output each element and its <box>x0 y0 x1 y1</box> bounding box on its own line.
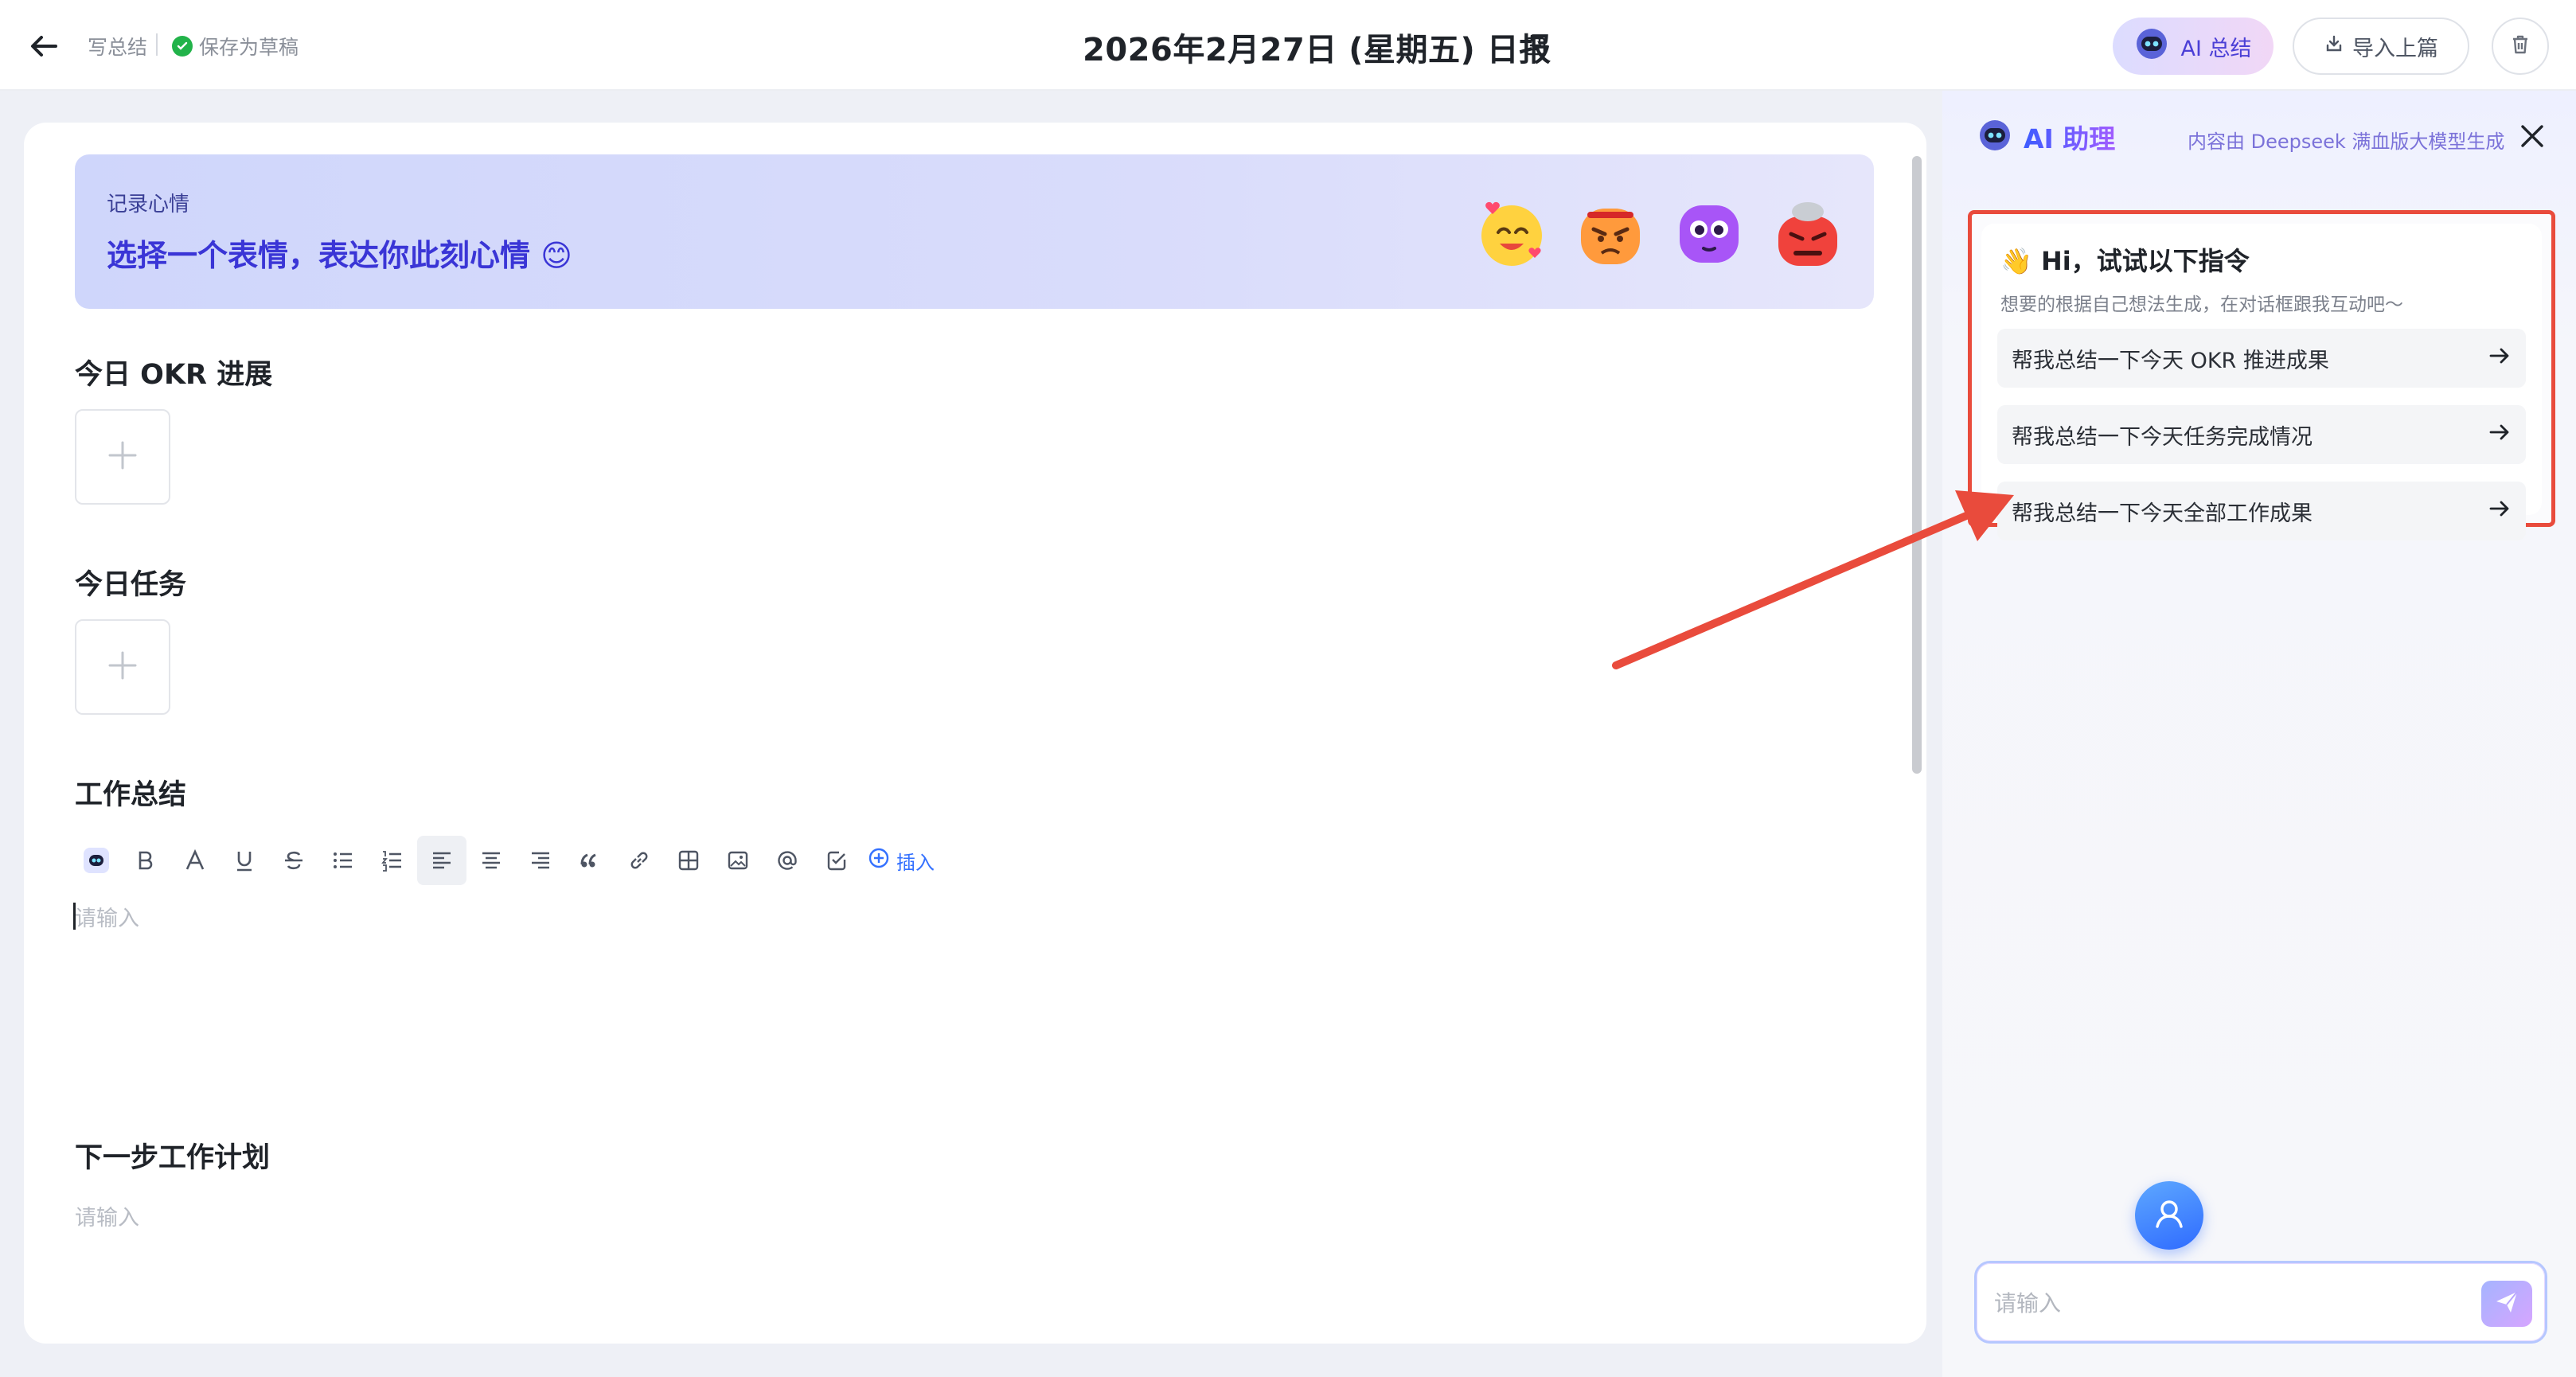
suggested-commands-inner: 👋 Hi，试试以下指令 想要的根据自己想法生成，在对话框跟我互动吧～ 帮我总结一… <box>1981 224 2542 540</box>
ai-robot-icon <box>2134 26 2169 67</box>
ai-model-note: 内容由 Deepseek 满血版大模型生成 <box>2188 131 2505 153</box>
ai-robot-icon <box>1977 118 2012 156</box>
command-label: 帮我总结一下今天 OKR 推进成果 <box>2012 348 2329 373</box>
align-right-icon[interactable] <box>516 836 565 885</box>
import-label: 导入上篇 <box>2352 36 2438 61</box>
import-previous-button[interactable]: 导入上篇 <box>2293 18 2469 75</box>
greeting-subtitle: 想要的根据自己想法生成，在对话框跟我互动吧～ <box>2000 295 2403 315</box>
save-status: 保存为草稿 <box>172 32 299 60</box>
greeting-title: 👋 Hi，试试以下指令 <box>2000 246 2250 276</box>
next-plan-editor-input[interactable]: 请输入 <box>75 1200 139 1231</box>
ai-panel-title: AI 助理 <box>2024 118 2115 156</box>
table-icon[interactable] <box>664 836 713 885</box>
align-center-icon[interactable] <box>466 836 516 885</box>
chat-input[interactable] <box>1994 1279 2440 1327</box>
ai-summary-label: AI 总结 <box>2180 36 2252 61</box>
arrow-right-icon <box>2488 497 2512 526</box>
font-color-icon[interactable] <box>170 836 220 885</box>
calendar-icon[interactable] <box>1524 33 1548 57</box>
mood-label: 记录心情 <box>107 193 190 216</box>
emoji-furious-icon[interactable] <box>1772 197 1844 269</box>
delete-button[interactable] <box>2492 18 2549 75</box>
back-arrow-icon[interactable] <box>27 29 62 64</box>
editor-scrollbar[interactable] <box>1912 156 1922 774</box>
underline-icon[interactable] <box>220 836 269 885</box>
command-label: 帮我总结一下今天任务完成情况 <box>2012 424 2313 450</box>
bold-icon[interactable] <box>121 836 170 885</box>
checkbox-icon[interactable] <box>812 836 861 885</box>
user-avatar-icon <box>2150 1195 2188 1236</box>
mention-icon[interactable] <box>763 836 812 885</box>
arrow-right-icon <box>2488 344 2512 373</box>
page-title: 2026年2月27日 (星期五) 日报 <box>1083 32 1551 68</box>
trash-icon <box>2508 33 2532 60</box>
suggested-commands-card: 👋 Hi，试试以下指令 想要的根据自己想法生成，在对话框跟我互动吧～ 帮我总结一… <box>1968 210 2555 540</box>
align-left-icon[interactable] <box>417 836 466 885</box>
strikethrough-icon[interactable] <box>269 836 318 885</box>
close-icon[interactable] <box>2516 119 2549 153</box>
summary-editor-input[interactable]: 请输入 <box>75 901 139 932</box>
ai-assist-icon[interactable] <box>72 836 121 885</box>
link-icon[interactable] <box>615 836 664 885</box>
command-all-work[interactable]: 帮我总结一下今天全部工作成果 <box>1997 482 2526 540</box>
tasks-section-title: 今日任务 <box>75 569 187 601</box>
emoji-in-love-icon[interactable] <box>1476 197 1548 269</box>
summary-section-title: 工作总结 <box>75 779 187 811</box>
mood-banner: 记录心情 选择一个表情，表达你此刻心情 😊 <box>75 154 1874 309</box>
assistant-avatar-button[interactable] <box>2135 1181 2203 1250</box>
send-icon <box>2493 1289 2520 1319</box>
top-bar: 写总结 保存为草稿 2026年2月27日 (星期五) 日报 AI 总结 导入上篇 <box>0 0 2576 91</box>
plus-icon <box>107 649 139 685</box>
rich-text-toolbar: 插入 <box>72 836 935 885</box>
image-icon[interactable] <box>713 836 763 885</box>
command-okr[interactable]: 帮我总结一下今天 OKR 推进成果 <box>1997 329 2526 388</box>
next-plan-section-title: 下一步工作计划 <box>75 1142 271 1174</box>
arrow-right-icon <box>2488 420 2512 450</box>
import-icon <box>2324 33 2344 60</box>
check-circle-icon <box>172 36 193 57</box>
add-okr-button[interactable] <box>75 409 170 505</box>
command-label: 帮我总结一下今天全部工作成果 <box>2012 501 2313 526</box>
ai-panel-header: AI 助理 <box>1977 118 2115 156</box>
send-button[interactable] <box>2481 1281 2532 1327</box>
ai-assistant-panel: AI 助理 内容由 Deepseek 满血版大模型生成 👋 Hi，试试以下指令 … <box>1942 91 2576 1377</box>
ai-summary-button[interactable]: AI 总结 <box>2113 18 2274 75</box>
numbered-list-icon[interactable] <box>368 836 417 885</box>
insert-label: 插入 <box>896 851 935 874</box>
mood-prompt: 选择一个表情，表达你此刻心情 😊 <box>107 238 572 273</box>
divider <box>156 33 158 56</box>
emoji-purple-face-icon[interactable] <box>1673 197 1745 269</box>
quote-icon[interactable] <box>565 836 615 885</box>
add-task-button[interactable] <box>75 619 170 715</box>
emoji-angry-icon[interactable] <box>1575 197 1646 269</box>
save-status-label: 保存为草稿 <box>199 36 299 59</box>
plus-icon <box>107 439 139 474</box>
insert-button[interactable]: 插入 <box>868 847 935 875</box>
command-tasks[interactable]: 帮我总结一下今天任务完成情况 <box>1997 405 2526 464</box>
plus-circle-icon <box>868 847 890 874</box>
chat-input-box <box>1974 1261 2547 1344</box>
bullet-list-icon[interactable] <box>318 836 368 885</box>
breadcrumb: 写总结 <box>88 36 148 59</box>
okr-section-title: 今日 OKR 进展 <box>75 359 273 391</box>
